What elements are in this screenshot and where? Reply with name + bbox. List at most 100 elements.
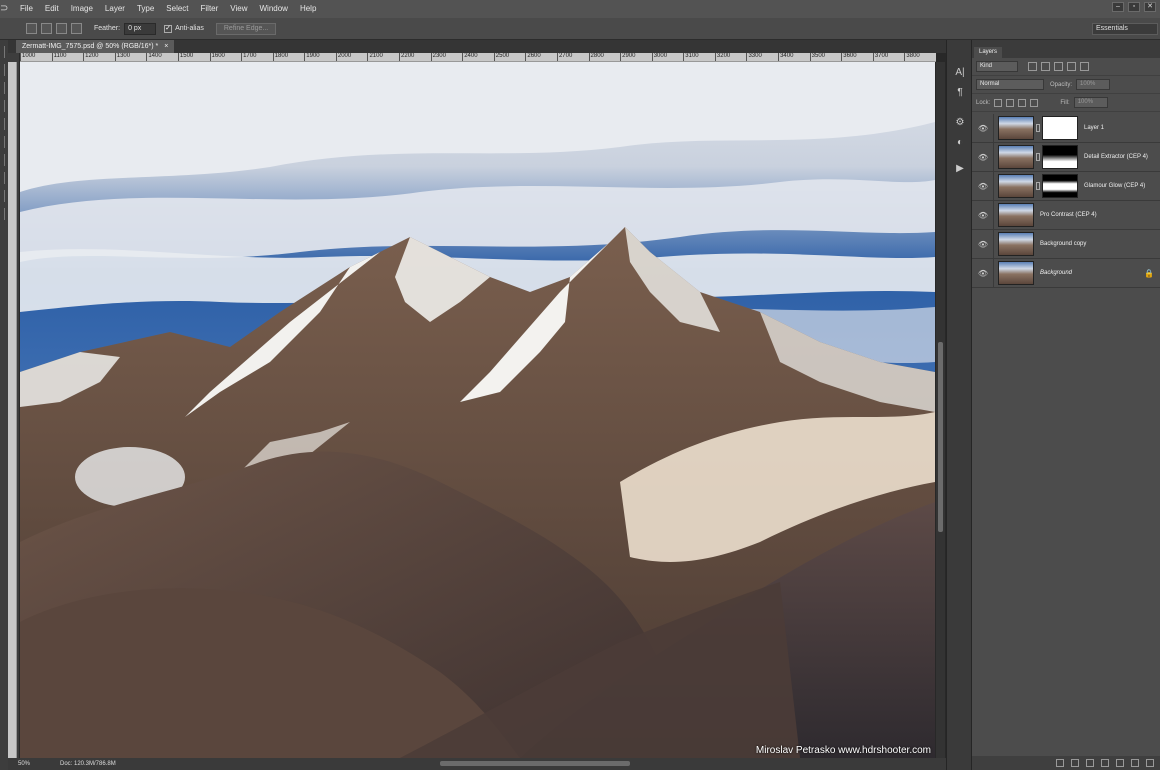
window-controls: – ▫ ✕ [1112,2,1156,12]
layer-name[interactable]: Layer 1 [1084,125,1104,131]
horizontal-ruler[interactable]: 1000 1100 1200 1300 1400 1500 1600 1700 1800 1900… [20,53,936,62]
filter-kind-select[interactable]: Kind [976,61,1018,72]
layer-name[interactable]: Detail Extractor (CEP 4) [1084,154,1148,160]
ruler-tick: 2600 [525,53,541,61]
filter-type-icon[interactable] [1054,62,1063,71]
horizontal-scroll-thumb[interactable] [440,761,630,766]
delete-layer-icon[interactable] [1146,759,1154,767]
menu-type[interactable]: Type [131,0,160,18]
menu-view[interactable]: View [224,0,253,18]
ruler-tick: 2800 [588,53,604,61]
blend-mode-select[interactable]: Normal [976,79,1044,90]
filter-pixel-icon[interactable] [1028,62,1037,71]
document-title: Zermatt-IMG_7575.psd @ 50% (RGB/16*) * [22,43,159,50]
fill-input[interactable]: 100% [1073,97,1108,108]
restore-button[interactable]: ▫ [1128,2,1140,12]
subtract-selection-icon[interactable] [56,23,67,34]
mask-link-icon[interactable] [1036,182,1040,190]
feather-input[interactable]: 0 px [124,22,157,35]
zoom-level[interactable]: 50% [8,761,32,767]
mask-link-icon[interactable] [1036,153,1040,161]
doc-size[interactable]: Doc: 120.3M/786.8M [60,761,116,767]
new-group-icon[interactable] [1116,759,1124,767]
intersect-selection-icon[interactable] [71,23,82,34]
new-layer-icon[interactable] [1131,759,1139,767]
close-tab-icon[interactable]: × [164,40,168,53]
layer-name[interactable]: Glamour Glow (CEP 4) [1084,183,1145,189]
layer-thumbnail[interactable] [998,261,1034,285]
menu-window[interactable]: Window [254,0,294,18]
ruler-tick: 3400 [778,53,793,61]
document-tab[interactable]: Zermatt-IMG_7575.psd @ 50% (RGB/16*) * × [16,40,175,53]
menu-select[interactable]: Select [160,0,194,18]
layer-name[interactable]: Background copy [1040,241,1086,247]
add-style-icon[interactable] [1071,759,1079,767]
layer-row[interactable]: 👁 Glamour Glow (CEP 4) [972,171,1160,201]
ruler-tick: 1600 [209,53,225,61]
ruler-tick: 2200 [399,53,414,61]
actions-play-icon[interactable]: ▶ [953,162,967,176]
refine-edge-button[interactable]: Refine Edge... [215,22,277,35]
tab-layers[interactable]: Layers [974,47,1003,58]
lock-position-icon[interactable] [1018,98,1027,107]
ruler-tick: 2300 [430,53,446,61]
layer-thumbnail[interactable] [998,203,1034,227]
new-selection-icon[interactable] [26,23,37,34]
feather-label: Feather: [94,25,121,32]
menu-filter[interactable]: Filter [195,0,225,18]
lock-all-icon[interactable] [1030,98,1039,107]
mask-link-icon[interactable] [1036,124,1040,132]
character-panel-icon[interactable]: A| [953,66,967,80]
menu-image[interactable]: Image [65,0,99,18]
layer-row[interactable]: 👁 Background copy [972,229,1160,259]
vertical-scroll-thumb[interactable] [938,342,943,532]
new-adjustment-icon[interactable] [1101,759,1109,767]
opacity-input[interactable]: 100% [1076,79,1111,90]
divider [993,258,994,288]
menu-layer[interactable]: Layer [99,0,131,18]
layer-thumbnail[interactable] [998,116,1034,140]
menu-help[interactable]: Help [294,0,322,18]
close-button[interactable]: ✕ [1144,2,1156,12]
layer-mask-thumbnail[interactable] [1042,145,1078,169]
layer-name[interactable]: Pro Contrast (CEP 4) [1040,212,1097,218]
add-selection-icon[interactable] [41,23,52,34]
antialias-checkbox[interactable]: ✓ [164,24,173,33]
add-mask-icon[interactable] [1086,759,1094,767]
filter-adjustment-icon[interactable] [1041,62,1050,71]
visibility-eye-icon[interactable]: 👁 [976,269,990,278]
layer-row[interactable]: 👁 Pro Contrast (CEP 4) [972,200,1160,230]
layer-mask-thumbnail[interactable] [1042,174,1078,198]
filter-shape-icon[interactable] [1067,62,1076,71]
visibility-eye-icon[interactable]: 👁 [976,182,990,191]
menu-file[interactable]: File [14,0,39,18]
visibility-eye-icon[interactable]: 👁 [976,124,990,133]
styles-icon[interactable]: ◐ [953,136,967,150]
divider [993,113,994,143]
layer-mask-thumbnail[interactable] [1042,116,1078,140]
layer-name[interactable]: Background [1040,270,1072,276]
visibility-eye-icon[interactable]: 👁 [976,153,990,162]
lock-image-icon[interactable] [1006,98,1015,107]
layer-row[interactable]: 👁 Layer 1 [972,113,1160,143]
visibility-eye-icon[interactable]: 👁 [976,211,990,220]
layer-row[interactable]: 👁 Detail Extractor (CEP 4) [972,142,1160,172]
vertical-ruler[interactable] [8,62,17,758]
layer-thumbnail[interactable] [998,145,1034,169]
workspace-select[interactable]: Essentials [1092,23,1158,35]
vertical-scrollbar[interactable] [936,62,945,758]
paragraph-panel-icon[interactable]: ¶ [953,86,967,100]
link-layers-icon[interactable] [1056,759,1064,767]
layer-thumbnail[interactable] [998,232,1034,256]
lock-transparent-icon[interactable] [994,98,1003,107]
adjustments-icon[interactable]: ⚙ [953,116,967,130]
image-canvas[interactable]: Miroslav Petrasko www.hdrshooter.com [20,62,935,758]
visibility-eye-icon[interactable]: 👁 [976,240,990,249]
layer-thumbnail[interactable] [998,174,1034,198]
photoshop-icon[interactable]: ⊃ [0,3,14,15]
minimize-button[interactable]: – [1112,2,1124,12]
layer-row[interactable]: 👁 Background 🔒 [972,258,1160,288]
menu-edit[interactable]: Edit [39,0,65,18]
ruler-tick: 3700 [872,53,888,61]
filter-smart-object-icon[interactable] [1080,62,1089,71]
